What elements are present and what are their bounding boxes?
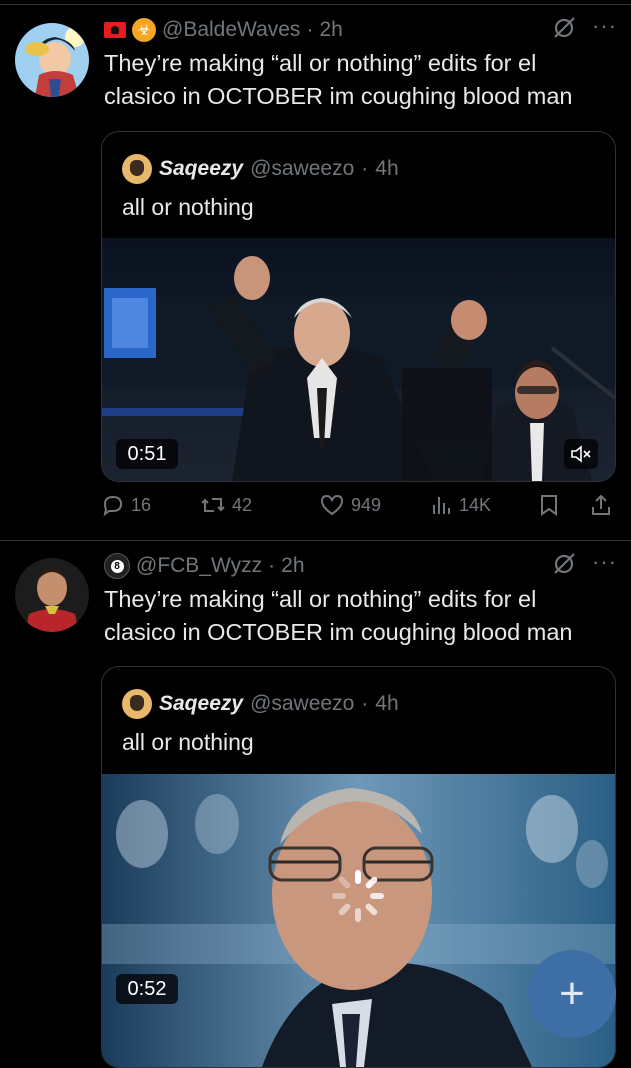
tweet-actions: 16 42 949 14K — [101, 488, 616, 522]
tweet-header: ☣ @BaldeWaves · 2h — [104, 15, 343, 45]
tweet-text: They’re making “all or nothing” edits fo… — [104, 586, 573, 645]
separator-dot: · — [268, 554, 276, 577]
quote-text: all or nothing — [122, 729, 254, 755]
video-player[interactable]: 0:51 — [102, 238, 615, 481]
quote-time: 4h — [375, 157, 399, 180]
grok-slash-icon[interactable] — [551, 551, 577, 577]
share-icon[interactable] — [590, 493, 612, 517]
biohazard-badge-icon: ☣ — [132, 18, 156, 42]
repost-button[interactable]: 42 — [200, 493, 252, 517]
quote-display-name[interactable]: Saqeezy — [159, 692, 243, 716]
views-bar-icon — [433, 497, 450, 514]
user-handle[interactable]: @BaldeWaves — [162, 18, 300, 42]
tweet-time[interactable]: 2h — [281, 554, 304, 578]
quote-handle[interactable]: @saweezo — [250, 157, 354, 181]
eight-ball-icon: 8 — [104, 553, 130, 579]
avatar[interactable] — [15, 558, 89, 632]
video-duration: 0:51 — [116, 439, 178, 469]
quote-header: Saqeezy @saweezo · 4h — [122, 689, 399, 719]
grok-slash-icon[interactable] — [551, 15, 577, 41]
quote-text: all or nothing — [122, 194, 254, 220]
quote-header: Saqeezy @saweezo · 4h — [122, 154, 399, 184]
quote-avatar[interactable] — [122, 689, 152, 719]
heart-icon — [320, 494, 344, 516]
albania-flag-icon — [104, 22, 126, 38]
quote-handle[interactable]: @saweezo — [250, 692, 354, 716]
tweet[interactable]: 8 @FCB_Wyzz · 2h ··· They’re making “all… — [0, 541, 631, 1068]
mute-icon[interactable] — [564, 439, 598, 469]
tweet-time[interactable]: 2h — [319, 18, 342, 42]
views-button[interactable]: 14K — [431, 493, 491, 517]
tweet[interactable]: ☣ @BaldeWaves · 2h ··· They’re making “a… — [0, 5, 631, 540]
more-dots-icon[interactable]: ··· — [592, 549, 617, 575]
quote-tweet[interactable]: Saqeezy @saweezo · 4h all or nothing 0:5… — [101, 131, 616, 482]
like-button[interactable]: 949 — [319, 493, 381, 517]
reply-button[interactable]: 16 — [101, 493, 151, 517]
reply-icon — [103, 495, 123, 517]
tweet-text: They’re making “all or nothing” edits fo… — [104, 50, 573, 109]
user-handle[interactable]: @FCB_Wyzz — [136, 554, 262, 578]
quote-avatar[interactable] — [122, 154, 152, 184]
more-dots-icon[interactable]: ··· — [592, 13, 617, 39]
separator-dot: · — [361, 157, 369, 180]
reply-count: 16 — [131, 494, 152, 515]
video-duration: 0:52 — [116, 974, 178, 1004]
tweet-header: 8 @FCB_Wyzz · 2h — [104, 551, 305, 581]
quote-display-name[interactable]: Saqeezy — [159, 157, 243, 181]
separator-dot: · — [361, 692, 369, 715]
repost-icon — [201, 498, 225, 512]
quote-time: 4h — [375, 692, 399, 715]
views-count: 14K — [459, 494, 492, 515]
compose-plus-icon[interactable]: + — [528, 950, 616, 1038]
bookmark-icon[interactable] — [539, 493, 559, 517]
repost-count: 42 — [232, 494, 253, 515]
separator-dot: · — [306, 18, 314, 41]
avatar[interactable] — [15, 23, 89, 97]
like-count: 949 — [351, 494, 382, 515]
video-thumbnail — [102, 238, 615, 481]
